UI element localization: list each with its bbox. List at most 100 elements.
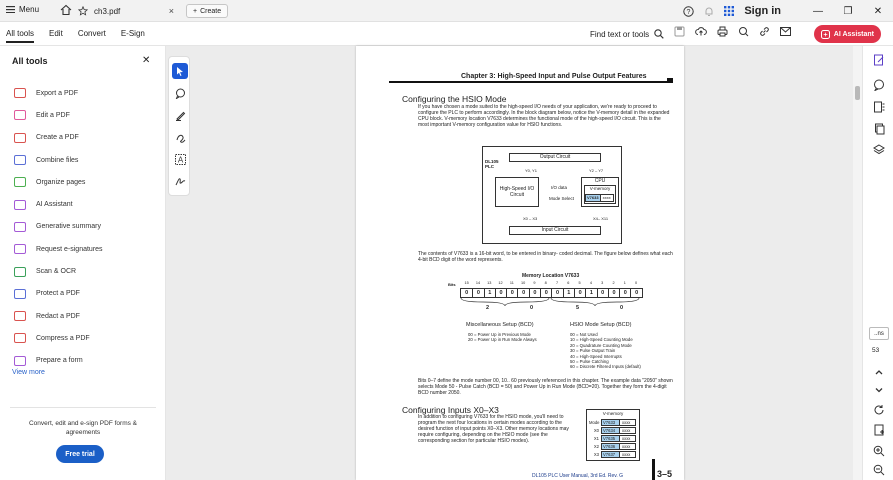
tool-item[interactable]: AI Assistant (14, 193, 103, 215)
signature-tool-icon[interactable] (172, 173, 188, 189)
digit-2: 0 (530, 305, 534, 311)
create-tab-button[interactable]: + Create (186, 4, 229, 18)
tool-label: Export a PDF (36, 89, 79, 97)
svg-text:A: A (177, 155, 183, 164)
hsio-block-diagram: DL105 PLC Output Circuit Y0, Y1 Y2 – Y7 … (482, 146, 622, 244)
link-icon[interactable] (759, 26, 770, 37)
ai-search-icon[interactable] (738, 26, 749, 37)
free-trial-button[interactable]: Free trial (56, 445, 104, 463)
thumbnails-icon[interactable] (873, 123, 885, 135)
menu-all-tools[interactable]: All tools (6, 29, 35, 43)
mode-select-label: Mode Select (549, 196, 575, 201)
find-label: Find text or tools (590, 29, 650, 39)
bookmark-list-icon[interactable] (873, 101, 885, 113)
bit-value: 0 (465, 290, 469, 296)
close-window-button[interactable]: ✕ (863, 6, 893, 17)
tab-close-icon[interactable]: × (169, 6, 174, 16)
scroll-thumb[interactable] (855, 86, 860, 100)
tool-item[interactable]: Redact a PDF (14, 305, 103, 327)
minimize-button[interactable]: — (803, 6, 833, 17)
print-icon[interactable] (717, 26, 728, 37)
bell-icon[interactable] (704, 6, 714, 17)
draw-tool-icon[interactable] (172, 107, 188, 123)
vmemory-table-rows: Mode V7633 xxxx X0 V7634 xxxx X1 V7635 xxxx X2 V76… (589, 418, 636, 458)
bit-value: 0 (630, 289, 641, 297)
page-number: 3–5 (657, 469, 673, 479)
misc-setup-title: Miscellaneous Setup (BCD) (466, 322, 534, 328)
all-tools-panel: All tools ✕ Export a PDF Edit a PDF Create… (0, 46, 166, 480)
apps-grid-icon[interactable] (724, 6, 735, 16)
tool-item[interactable]: Edit a PDF (14, 104, 103, 126)
tool-item[interactable]: Scan & OCR (14, 260, 103, 282)
bit-number: 12 (498, 281, 503, 285)
select-tool-icon[interactable] (172, 63, 188, 79)
star-icon[interactable] (78, 6, 88, 16)
ai-assistant-button[interactable]: AI Assistant (813, 25, 881, 43)
hsio-circuit-box: High-Speed I/O Circuit (495, 177, 539, 207)
page-footer: DL105 PLC User Manual, 3rd Ed. Rev. G (532, 473, 624, 479)
vmemory-row: X3 V7637 xxxx (589, 450, 636, 458)
zoom-out-icon[interactable] (873, 464, 885, 476)
chevron-down-icon[interactable] (873, 384, 885, 396)
section-heading-hsio: Configuring the HSIO Mode (402, 94, 507, 104)
menu-edit[interactable]: Edit (49, 29, 63, 43)
setup-list-item: 60 = Discrete Filtered Inputs (default) (570, 364, 641, 370)
tool-item[interactable]: Compress a PDF (14, 327, 103, 349)
chapter-rule (389, 81, 673, 83)
bit-value: 0 (528, 289, 540, 297)
output-circuit-box: Output Circuit (509, 153, 601, 162)
menu-esign[interactable]: E-Sign (121, 29, 145, 43)
tool-item[interactable]: Combine files (14, 149, 103, 171)
page-total: 53 (872, 347, 880, 354)
sign-in-button[interactable]: Sign in (744, 5, 781, 17)
home-icon[interactable] (60, 4, 72, 16)
bit-number: 11 (509, 281, 514, 285)
document-tab[interactable]: ch3.pdf × (72, 0, 180, 22)
vmemory-row-value: xxxx (620, 442, 636, 450)
tool-label: Scan & OCR (36, 268, 77, 276)
hsio-setup-title: HSIO Mode Setup (BCD) (570, 322, 632, 328)
tool-item[interactable]: Export a PDF (14, 82, 103, 104)
panel-close-icon[interactable]: ✕ (142, 55, 150, 66)
tool-item[interactable]: Request e-signatures (14, 238, 103, 260)
tool-item[interactable]: Organize pages (14, 171, 103, 193)
tool-icon (14, 288, 26, 299)
freehand-tool-icon[interactable] (172, 129, 188, 145)
vmemory-label: V-memory (589, 186, 611, 191)
upload-cloud-icon[interactable] (695, 26, 707, 37)
mail-icon[interactable] (780, 27, 791, 36)
tool-item[interactable]: Protect a PDF (14, 283, 103, 305)
vmemory-row-label: Mode (589, 419, 600, 425)
refresh-icon[interactable] (873, 404, 885, 416)
page-input[interactable]: ..ns (869, 327, 889, 340)
bit-value: 1 (562, 289, 574, 297)
comment-icon[interactable] (873, 79, 885, 91)
tool-label: Edit a PDF (36, 111, 70, 119)
comment-tool-icon[interactable] (172, 85, 188, 101)
tool-icon (14, 110, 26, 121)
bits-label: Bits (448, 282, 456, 287)
save-icon[interactable] (674, 26, 685, 37)
chevron-up-icon[interactable] (873, 366, 885, 378)
restore-button[interactable]: ❐ (833, 6, 863, 17)
find-tools-button[interactable]: Find text or tools (590, 29, 664, 39)
ai-assistant-label: AI Assistant (833, 30, 874, 38)
text-tool-icon[interactable]: A (172, 151, 188, 167)
menu-button[interactable]: Menu (6, 5, 39, 14)
zoom-in-icon[interactable] (873, 445, 885, 457)
tool-item[interactable]: Generative summary (14, 216, 103, 238)
tool-item[interactable]: Create a PDF (14, 127, 103, 149)
tool-icon (14, 355, 26, 366)
menu-convert[interactable]: Convert (78, 29, 106, 43)
page-fit-icon[interactable] (873, 424, 885, 436)
edit-pdf-icon[interactable] (873, 54, 885, 66)
vertical-scrollbar[interactable] (853, 46, 862, 480)
layers-icon[interactable] (873, 144, 885, 156)
paragraph-bits: Bits 0–7 define the mode number 00, 10..… (418, 378, 673, 396)
view-more-link[interactable]: View more (12, 369, 45, 376)
bit-number: 3 (601, 281, 604, 285)
setup-list-item: 20 = Power Up in Run Mode Always (468, 337, 537, 343)
memory-location-title: Memory Location V7633 (522, 273, 580, 279)
help-icon[interactable]: ? (683, 5, 695, 17)
section-paragraph-hsio: If you have chosen a mode suited to the … (418, 104, 670, 128)
